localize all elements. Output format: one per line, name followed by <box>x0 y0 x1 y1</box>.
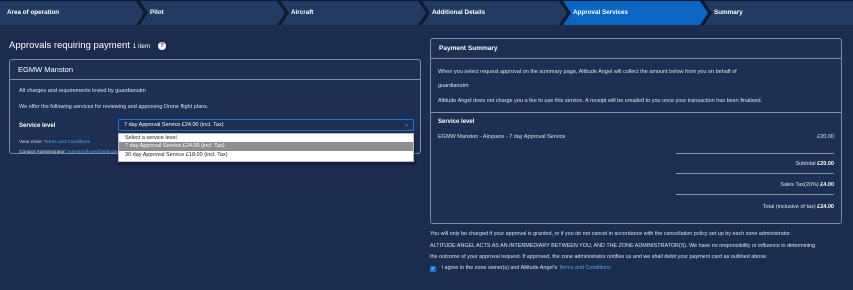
tax-row: Sales Tax(20%) £4.00 <box>780 182 834 188</box>
option-select-service-level[interactable]: Select a service level <box>119 134 413 142</box>
total-row: Total (inclusive of tax) £24.00 <box>762 204 834 210</box>
payment-summary-title: Payment Summary <box>431 39 841 59</box>
step-pilot[interactable]: Pilot <box>140 1 285 25</box>
page-title: Approvals requiring payment 1 item ? <box>9 40 166 51</box>
payment-fee-note: Altitude Angel does not charge you a fee… <box>438 98 763 104</box>
zone-terms-link[interactable]: Terms and Conditions <box>44 140 90 145</box>
step-summary[interactable]: Summary <box>704 1 853 25</box>
subtotal-row: Subtotal £20.00 <box>795 161 834 167</box>
step-approval-services[interactable]: Approval Services <box>563 1 708 25</box>
service-level-value: 7 day Approval Service £24.00 (incl. Tax… <box>124 122 224 128</box>
line-item-name: EGMW Manston - Airspace - 7 day Approval… <box>438 134 566 140</box>
disclaimer-line-1: ALTITUDE ANGEL ACTS AS AN INTERMEDIARY B… <box>430 243 816 249</box>
line-item-amount: £20.00 <box>817 134 834 140</box>
service-level-select[interactable]: 7 day Approval Service £24.00 (incl. Tax… <box>118 119 414 131</box>
payment-payee: guardianutm <box>438 83 469 89</box>
services-line: We offer the following services for revi… <box>19 104 209 110</box>
agree-text: I agree to the zone owner(s) and Altitud… <box>441 265 558 271</box>
total-value: £24.00 <box>817 204 834 210</box>
payment-summary-card: Payment Summary When you select request … <box>430 38 842 224</box>
item-count: 1 item <box>132 43 151 50</box>
agree-terms-row: ✓ I agree to the zone owner(s) and Altit… <box>430 265 611 272</box>
tax-value: £4.00 <box>820 182 834 188</box>
chevron-down-icon: ⌄ <box>403 122 409 128</box>
payment-intro: When you select request approval on the … <box>438 69 737 75</box>
payment-service-level-label: Service level <box>438 119 475 125</box>
step-additional-details[interactable]: Additional Details <box>422 1 567 25</box>
service-level-label: Service level <box>19 123 56 129</box>
view-zone-line: View zone: Terms and Conditions <box>19 140 91 145</box>
option-30-day-service[interactable]: 30 day Approval Service £18.00 (incl. Ta… <box>119 151 413 159</box>
divider <box>676 194 834 195</box>
divider <box>676 153 834 154</box>
agree-terms-link[interactable]: Terms and Conditions <box>559 265 611 271</box>
progress-stepper: Area of operation Pilot Aircraft Additio… <box>0 0 853 25</box>
option-7-day-service[interactable]: 7 day Approval Service £24.00 (incl. Tax… <box>119 142 413 151</box>
charges-line: All charges and requirements levied by g… <box>19 88 146 94</box>
step-aircraft[interactable]: Aircraft <box>281 1 426 25</box>
agree-checkbox[interactable]: ✓ <box>430 266 436 272</box>
zone-name: EGMW Manston <box>10 60 420 80</box>
subtotal-value: £20.00 <box>817 161 834 167</box>
step-area-of-operation[interactable]: Area of operation <box>0 1 144 25</box>
divider <box>431 112 841 113</box>
help-icon[interactable]: ? <box>157 42 166 50</box>
charge-note: You will only be charged if your approva… <box>430 231 792 237</box>
divider <box>676 173 834 174</box>
disclaimer-line-2: the outcome of your approval request. If… <box>430 254 768 260</box>
service-level-dropdown: Select a service level 7 day Approval Se… <box>118 133 414 162</box>
